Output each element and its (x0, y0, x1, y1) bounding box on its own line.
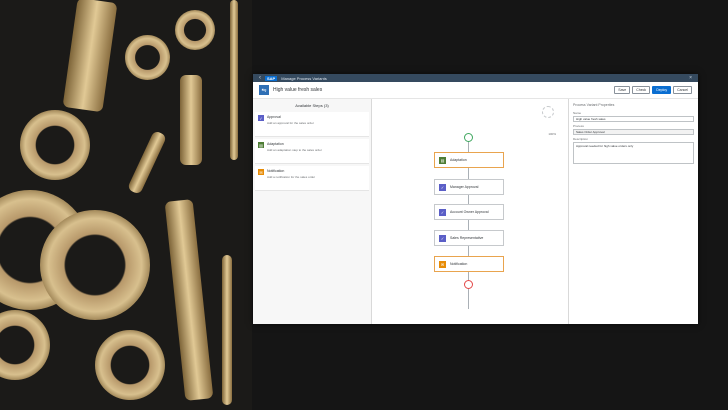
app-title: Manage Process Variants (281, 75, 327, 81)
process-canvas[interactable]: 100% ▤ Adaptation ✓ Manager Approval ✓ A… (372, 99, 569, 324)
name-label: Name (573, 111, 582, 115)
variant-icon: ⇋ (259, 85, 269, 95)
flow-node-label: Sales Representative (450, 236, 484, 240)
flow-node-label: Adaptation (450, 158, 467, 162)
deploy-button[interactable]: Deploy (652, 86, 672, 94)
page-title: High value fresh sales (273, 87, 323, 93)
step-name: Notification (267, 169, 285, 173)
washer-image (125, 35, 170, 80)
save-button[interactable]: Save (614, 86, 631, 94)
step-item-notification[interactable]: ✉ Notification Add a notification for th… (255, 166, 369, 191)
available-steps-panel: Available Steps (3) ✓ Approval Add an ap… (253, 99, 372, 324)
process-field: Sales Order Approval (573, 129, 694, 135)
check-icon: ✓ (439, 183, 446, 191)
mail-icon: ✉ (439, 260, 446, 268)
description-textarea[interactable]: Approval needed for high value orders on… (573, 142, 694, 164)
flow-node-label: Account Owner Approval (450, 210, 489, 214)
check-icon: ✓ (258, 115, 264, 121)
flow-node-sales-representative[interactable]: ✓ Sales Representative (434, 230, 504, 246)
zoom-control-icon[interactable] (542, 106, 554, 118)
flow-node-manager-approval[interactable]: ✓ Manager Approval (434, 179, 504, 195)
sap-logo-icon: SAP (265, 75, 278, 81)
step-name: Adaptation (267, 142, 284, 146)
back-icon[interactable]: ‹ (259, 75, 261, 81)
washer-image (95, 330, 165, 400)
mail-icon: ✉ (258, 169, 264, 175)
zoom-level: 100% (548, 132, 556, 136)
step-description: Add a notification for the sales order (267, 175, 316, 179)
washer-image (0, 310, 50, 380)
header-buttons: Save Check Deploy Cancel (614, 86, 692, 94)
step-description: Add an approval for the sales order (267, 121, 314, 125)
flow-node-label: Notification (450, 262, 468, 266)
check-icon: ✓ (439, 208, 446, 216)
step-item-adaptation[interactable]: ▤ Adaptation Add an adaptation step to t… (255, 139, 369, 164)
washer-image (175, 10, 215, 50)
name-input[interactable]: High value fresh sales (573, 116, 694, 122)
step-item-approval[interactable]: ✓ Approval Add an approval for the sales… (255, 112, 369, 137)
workspace: Available Steps (3) ✓ Approval Add an ap… (253, 99, 698, 324)
available-steps-title: Available Steps (3) (295, 103, 329, 108)
properties-title: Process Variant Properties (573, 103, 615, 107)
app-window: ‹ SAP Manage Process Variants × ⇋ High v… (253, 74, 698, 324)
background-photo-tools (0, 0, 252, 410)
anchor-image (126, 130, 168, 195)
start-event-icon (464, 133, 473, 142)
wrench-image (164, 199, 214, 401)
flow-node-adaptation[interactable]: ▤ Adaptation (434, 152, 504, 168)
drill-bit-image (230, 0, 238, 160)
flow-node-account-owner-approval[interactable]: ✓ Account Owner Approval (434, 204, 504, 220)
step-name: Approval (267, 115, 281, 119)
flow-node-label: Manager Approval (450, 185, 479, 189)
washer-image (40, 210, 150, 320)
wrench-image (62, 0, 118, 113)
cancel-button[interactable]: Cancel (673, 86, 692, 94)
check-button[interactable]: Check (632, 86, 651, 94)
shell-bar: ‹ SAP Manage Process Variants × (253, 74, 698, 82)
process-label: Process (573, 124, 584, 128)
bolt-image (180, 75, 202, 165)
screwdriver-image (222, 255, 232, 405)
form-icon: ▤ (258, 142, 264, 148)
description-label: Description (573, 137, 589, 141)
step-description: Add an adaptation step to the sales orde… (267, 148, 322, 152)
end-event-icon (464, 280, 473, 289)
properties-panel: Process Variant Properties Name High val… (569, 99, 698, 324)
check-icon: ✓ (439, 234, 446, 242)
form-icon: ▤ (439, 156, 446, 164)
washer-image (20, 110, 90, 180)
page-header: ⇋ High value fresh sales Save Check Depl… (253, 82, 698, 99)
flow-node-notification[interactable]: ✉ Notification (434, 256, 504, 272)
close-icon[interactable]: × (689, 75, 692, 81)
